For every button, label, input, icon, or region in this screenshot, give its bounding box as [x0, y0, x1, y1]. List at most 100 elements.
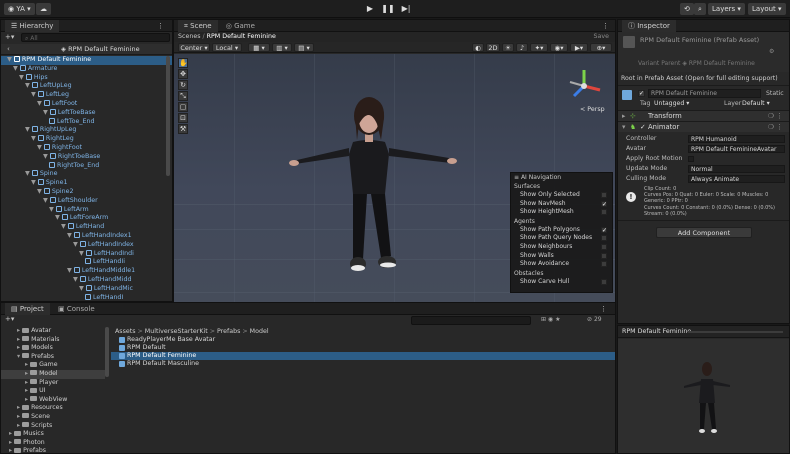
hierarchy-item[interactable]: ▼ LeftHandIndex [1, 240, 172, 250]
expand-arrow-icon[interactable]: ▼ [67, 232, 74, 239]
hierarchy-item[interactable]: ▼ LeftFoot [1, 99, 172, 109]
ai-section-header[interactable]: Agents [511, 217, 612, 226]
expand-arrow-icon[interactable]: ▼ [61, 223, 68, 230]
project-breadcrumb-item[interactable]: MultiverseStarterKit [145, 328, 208, 335]
hierarchy-item[interactable]: ▼ LeftHandMidd [1, 275, 172, 285]
hierarchy-item[interactable]: ▼ RightLeg [1, 135, 172, 144]
field-checkbox[interactable] [688, 156, 694, 162]
lighting-icon[interactable]: ☀ [502, 43, 514, 52]
hierarchy-item[interactable]: RightToe_End [1, 161, 172, 171]
project-folder-item[interactable]: ▾ Prefabs [1, 353, 105, 362]
expand-arrow-icon[interactable]: ▼ [25, 82, 32, 89]
project-breadcrumb-item[interactable]: Assets [115, 328, 136, 335]
expand-arrow-icon[interactable]: ▼ [25, 170, 32, 177]
gizmos-button[interactable]: ⊕▾ [590, 43, 612, 52]
expand-arrow-icon[interactable]: ▼ [73, 276, 80, 283]
tab-inspector[interactable]: ⓘ Inspector [622, 20, 676, 32]
field-value[interactable]: Always Animate [688, 175, 785, 183]
hierarchy-item[interactable]: ▼ LeftForeArm [1, 214, 172, 223]
project-asset-item[interactable]: RPM Default Feminine [111, 352, 615, 360]
hierarchy-item[interactable]: ▼ LeftHandIndi [1, 249, 172, 259]
expand-arrow-icon[interactable]: ▼ [43, 109, 50, 116]
hand-tool-icon[interactable]: ✋ [178, 58, 188, 68]
expand-arrow-icon[interactable]: ▼ [7, 56, 14, 63]
project-folder-item[interactable]: ▸ Materials [1, 336, 105, 345]
snap-button[interactable]: ▥ ▾ [272, 43, 292, 52]
play-button[interactable]: ▶ [362, 3, 378, 15]
transform-tool-icon[interactable]: ⊡ [178, 113, 188, 123]
expand-arrow-icon[interactable]: ▼ [43, 197, 50, 204]
ai-section-header[interactable]: Obstacles [511, 269, 612, 278]
breadcrumb-prefab[interactable]: RPM Default Feminine [207, 33, 276, 40]
hierarchy-item[interactable]: LeftHandI [1, 293, 172, 303]
rect-tool-icon[interactable]: ▢ [178, 102, 188, 112]
pause-button[interactable]: ❚❚ [380, 3, 396, 15]
hierarchy-item[interactable]: ▼ Spine1 [1, 179, 172, 188]
account-dropdown[interactable]: ◉ YA ▾ [4, 3, 35, 15]
active-checkbox[interactable]: ✓ [638, 90, 645, 97]
hierarchy-item[interactable]: ▼ Armature [1, 64, 172, 74]
project-breadcrumb-item[interactable]: Prefabs [217, 328, 240, 335]
expand-arrow-icon[interactable]: ▼ [73, 241, 80, 248]
expand-arrow-icon[interactable]: ▼ [19, 74, 26, 81]
add-icon[interactable]: +▾ [5, 33, 14, 41]
rotate-tool-icon[interactable]: ↻ [178, 80, 188, 90]
hierarchy-item[interactable]: LeftToe_End [1, 117, 172, 127]
tab-project[interactable]: ▤ Project [5, 303, 50, 315]
scene-menu-icon[interactable]: ⋮ [602, 20, 609, 32]
toggle-2d-button[interactable]: 2D [486, 43, 500, 52]
expand-arrow-icon[interactable]: ▼ [37, 144, 44, 151]
avatar-character[interactable] [289, 84, 469, 302]
avatar-preview[interactable] [618, 339, 789, 453]
search-icon[interactable]: ⌕ [694, 3, 706, 15]
hierarchy-item[interactable]: LeftHandIi [1, 258, 172, 267]
hierarchy-item[interactable]: ▼ Spine2 [1, 187, 172, 197]
ai-section-header[interactable]: Surfaces [511, 182, 612, 191]
layer-dropdown[interactable]: Default ▾ [742, 100, 770, 107]
orientation-gizmo-icon[interactable] [564, 66, 604, 106]
expand-arrow-icon[interactable]: ▼ [31, 179, 38, 186]
field-value[interactable]: Normal [688, 165, 785, 173]
project-folder-item[interactable]: ▸ Musics [1, 430, 105, 439]
hierarchy-item[interactable]: ▼ RPM Default Feminine [1, 56, 172, 65]
project-breadcrumb-item[interactable]: Model [250, 328, 269, 335]
project-folder-item[interactable]: ▸ WebView [1, 396, 105, 405]
expand-arrow-icon[interactable]: ▼ [37, 100, 44, 107]
hierarchy-item[interactable]: ▼ LeftArm [1, 205, 172, 215]
expand-arrow-icon[interactable]: ▼ [49, 206, 56, 213]
layout-dropdown[interactable]: Layout ▾ [748, 3, 786, 15]
tab-scene[interactable]: ⌗ Scene [178, 20, 218, 32]
field-value[interactable]: RPM Humanoid [688, 135, 785, 143]
project-folder-item[interactable]: ▸ Scene [1, 413, 105, 422]
project-folder-item[interactable]: ▸ Scripts [1, 422, 105, 431]
hierarchy-menu-icon[interactable]: ⋮ [157, 20, 164, 32]
save-button[interactable]: Save [594, 32, 609, 42]
project-folder-item[interactable]: ▸ Prefabs [1, 447, 105, 453]
hierarchy-item[interactable]: ▼ LeftHandIndex1 [1, 231, 172, 241]
hierarchy-item[interactable]: ▼ LeftShoulder [1, 196, 172, 206]
hierarchy-item[interactable]: ▼ RightToeBase [1, 152, 172, 162]
hierarchy-item[interactable]: ▼ LeftUpLeg [1, 82, 172, 91]
project-folder-item[interactable]: ▸ Resources [1, 404, 105, 413]
history-icon[interactable]: ⟲ [680, 3, 694, 15]
custom-tool-icon[interactable]: ⚒ [178, 124, 188, 134]
ai-option-checkbox[interactable] [601, 243, 607, 250]
shading-mode-button[interactable]: ◐ [472, 43, 484, 52]
cloud-icon[interactable]: ☁ [36, 3, 51, 15]
create-icon[interactable]: +▾ [5, 315, 14, 323]
space-dropdown[interactable]: Local ▾ [212, 43, 242, 52]
tab-hierarchy[interactable]: ☰ Hierarchy [5, 20, 60, 32]
project-folder-item[interactable]: ▸ Player [1, 379, 105, 388]
project-search-input[interactable] [411, 316, 531, 325]
hierarchy-scrollbar[interactable] [166, 56, 170, 176]
project-tree-scrollbar[interactable] [105, 327, 109, 377]
hierarchy-item[interactable]: ▼ LeftHandMic [1, 284, 172, 294]
perspective-label[interactable]: < Persp [580, 106, 605, 113]
expand-arrow-icon[interactable]: ▼ [37, 188, 44, 195]
project-folder-item[interactable]: ▸ Photon [1, 439, 105, 448]
breadcrumb-scenes[interactable]: Scenes [178, 33, 200, 40]
project-folder-item[interactable]: ▸ Game [1, 361, 105, 370]
hierarchy-item[interactable]: ▼ Hips [1, 73, 172, 83]
hierarchy-item[interactable]: ▼ RightFoot [1, 143, 172, 153]
filter-icons[interactable]: ⊞ ◉ ★ [541, 316, 560, 323]
